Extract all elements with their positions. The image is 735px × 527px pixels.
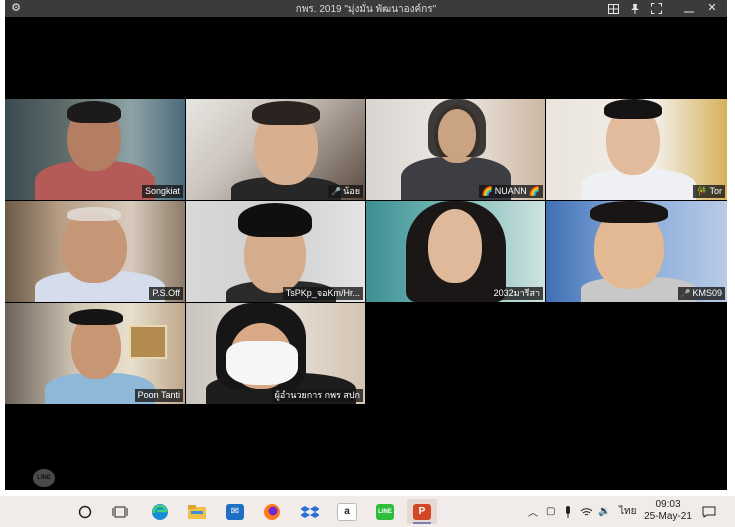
participant-name: P.S.Off xyxy=(149,287,183,300)
participant-tile[interactable]: 2032มารีสา xyxy=(366,201,545,302)
mic-off-icon: 🎤 xyxy=(331,187,342,196)
microphone-icon[interactable] xyxy=(564,496,572,527)
input-language-indicator[interactable]: ไทย xyxy=(619,496,636,527)
participant-tile[interactable]: Poon Tanti xyxy=(5,303,185,404)
mic-off-icon: 🎤 xyxy=(680,289,691,298)
participant-name: ผู้อำนวยการ กพร สปก xyxy=(271,389,363,402)
participant-tile[interactable]: TsPKp_จอKm/Hr... xyxy=(186,201,365,302)
participant-name: 🎋 Tor xyxy=(693,185,725,198)
taskbar-clock[interactable]: 09:03 25-May-21 xyxy=(640,499,696,523)
cortana-icon[interactable] xyxy=(70,499,100,524)
fullscreen-icon[interactable] xyxy=(648,1,664,16)
participant-name: 🎤 น้อย xyxy=(328,185,363,198)
mail-icon[interactable]: ✉ xyxy=(220,499,250,524)
video-grid: Songkiat 🎤 น้อย 🌈 NUANN 🌈 🎋 Tor P.S.Off … xyxy=(5,17,727,490)
show-hidden-icons-icon[interactable]: ︿ xyxy=(528,496,538,527)
grid-view-icon[interactable] xyxy=(605,1,621,16)
participant-name: Poon Tanti xyxy=(134,389,183,402)
participant-tile[interactable]: ผู้อำนวยการ กพร สปก xyxy=(186,303,365,404)
notifications-icon[interactable] xyxy=(702,496,716,527)
minimize-icon[interactable] xyxy=(681,1,697,16)
line-watermark-icon: LINE xyxy=(33,469,55,487)
participant-tile[interactable]: P.S.Off xyxy=(5,201,185,302)
taskbar: ✉ a LINE P ︿ ▢ 🔉 ไทย 09:03 25-May-21 xyxy=(0,496,735,527)
participant-name: 🎤 KMS09 xyxy=(677,287,725,300)
participant-tile[interactable]: Songkiat xyxy=(5,99,185,200)
title-bar: ⚙ กพร. 2019 "มุ่งมั่น พัฒนาองค์กร" ✕ xyxy=(5,0,727,17)
participant-name: TsPKp_จอKm/Hr... xyxy=(282,287,363,300)
volume-icon[interactable]: 🔉 xyxy=(598,496,610,527)
participant-name: Songkiat xyxy=(141,185,183,198)
firefox-icon[interactable] xyxy=(257,499,287,524)
participant-tile[interactable]: 🎤 KMS09 xyxy=(546,201,727,302)
participant-tile[interactable]: 🎤 น้อย xyxy=(186,99,365,200)
line-icon[interactable]: LINE xyxy=(370,499,400,524)
file-explorer-icon[interactable] xyxy=(182,499,212,524)
participant-name: 🌈 NUANN 🌈 xyxy=(478,185,543,198)
amazon-icon[interactable]: a xyxy=(332,499,362,524)
edge-icon[interactable] xyxy=(145,499,175,524)
participant-tile[interactable]: 🎋 Tor xyxy=(546,99,727,200)
close-icon[interactable]: ✕ xyxy=(704,1,720,16)
dropbox-icon[interactable] xyxy=(295,499,325,524)
powerpoint-icon[interactable]: P xyxy=(407,499,437,524)
meet-now-icon[interactable]: ▢ xyxy=(546,496,555,527)
clock-time: 09:03 xyxy=(655,499,681,510)
wifi-icon[interactable] xyxy=(580,496,593,527)
line-meeting-window: ⚙ กพร. 2019 "มุ่งมั่น พัฒนาองค์กร" ✕ Son… xyxy=(5,0,727,490)
clock-date: 25-May-21 xyxy=(644,511,692,522)
participant-name: 2032มารีสา xyxy=(490,287,543,300)
pin-icon[interactable] xyxy=(627,1,643,16)
participant-tile[interactable]: 🌈 NUANN 🌈 xyxy=(366,99,545,200)
task-view-icon[interactable] xyxy=(105,499,135,524)
